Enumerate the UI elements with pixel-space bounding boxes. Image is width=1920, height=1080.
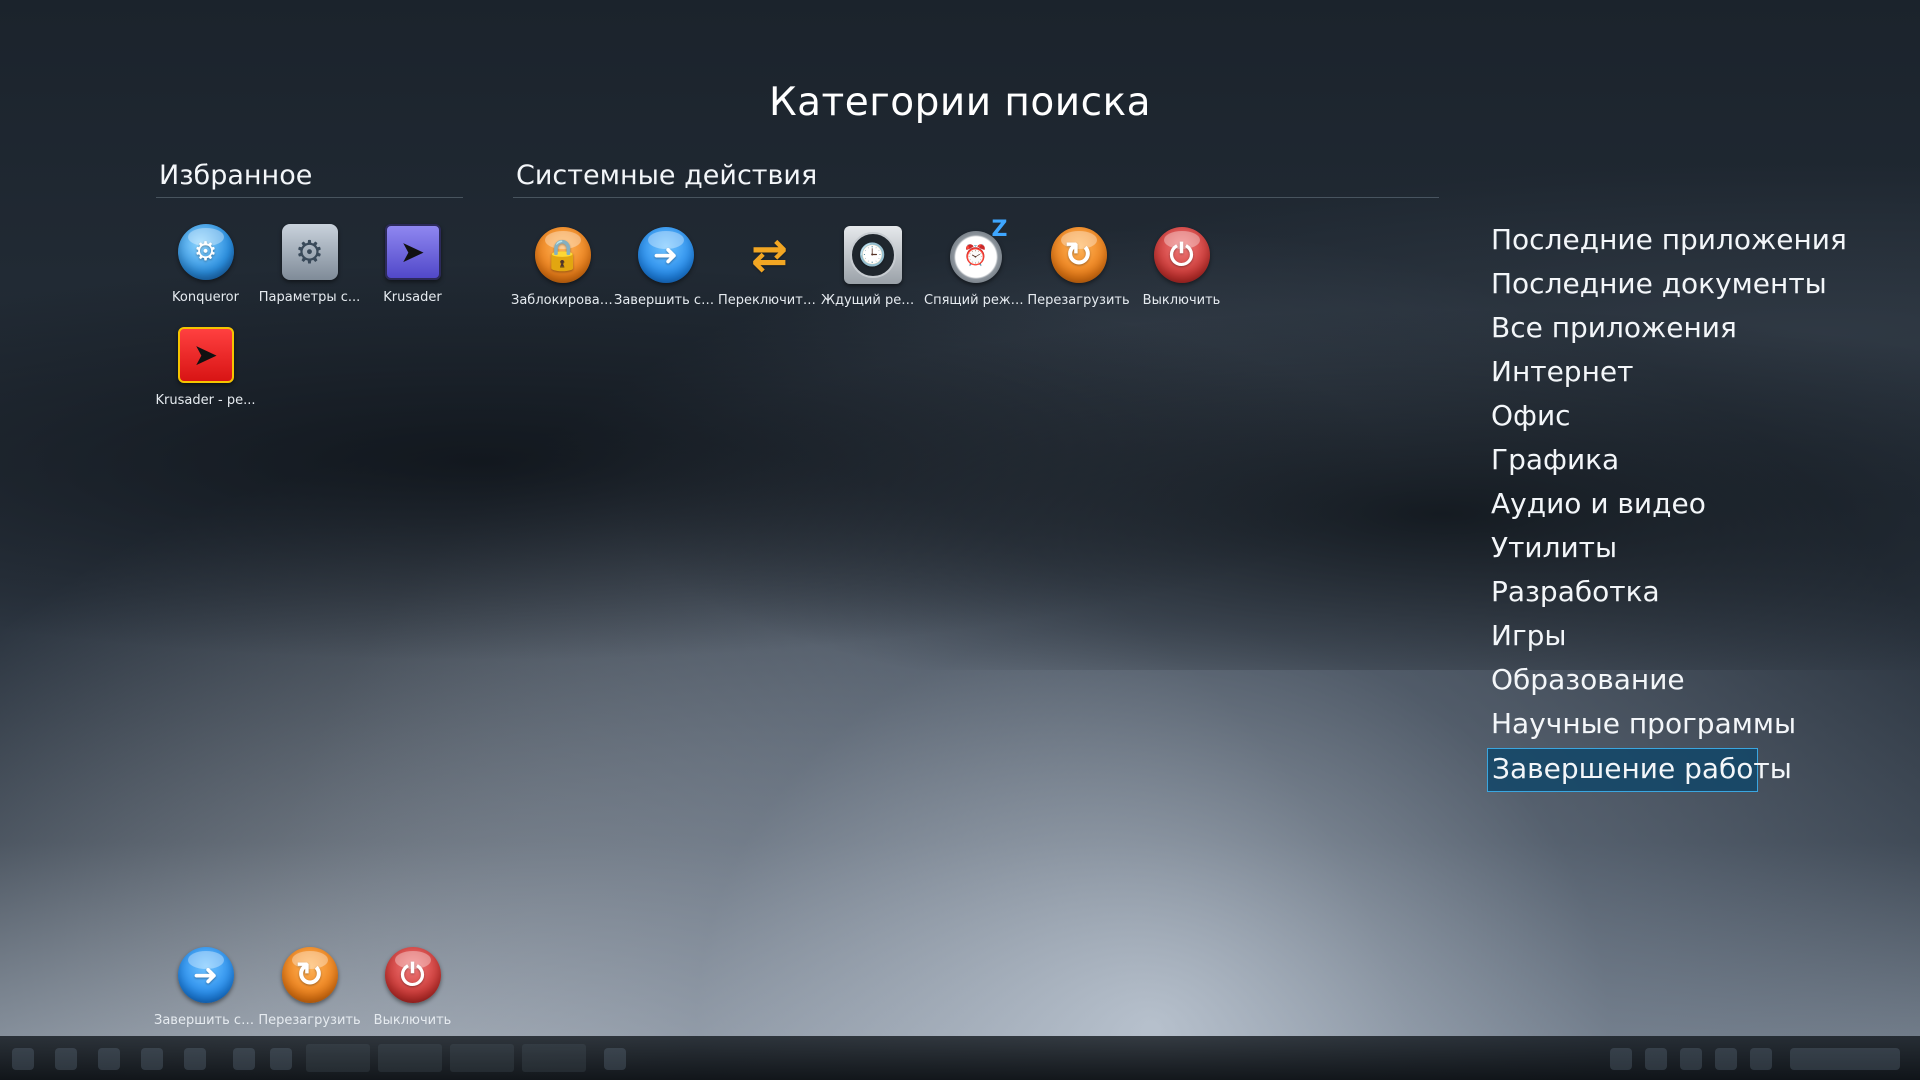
category-recent-docs[interactable]: Последние документы bbox=[1487, 264, 1827, 308]
action-lock[interactable]: 🔒 Заблокировать bbox=[511, 223, 614, 319]
category-development[interactable]: Разработка bbox=[1487, 572, 1817, 616]
taskbar bbox=[0, 1036, 1920, 1080]
tray-icon[interactable] bbox=[1680, 1048, 1702, 1070]
bottom-action-logout[interactable]: ➜ Завершить се... bbox=[154, 943, 257, 1039]
favorite-krusader-root[interactable]: ➤ Krusader - ре... bbox=[154, 323, 257, 419]
action-label: Завершить се... bbox=[154, 1013, 257, 1028]
action-label: Выключить bbox=[373, 1013, 452, 1028]
favorites-divider bbox=[156, 197, 463, 198]
bottom-action-restart[interactable]: ↻ Перезагрузить bbox=[258, 943, 361, 1039]
tray-icon[interactable] bbox=[1645, 1048, 1667, 1070]
action-restart[interactable]: ↻ Перезагрузить bbox=[1027, 223, 1130, 319]
favorites-heading: Избранное bbox=[159, 160, 313, 191]
action-label: Перезагрузить bbox=[258, 1013, 361, 1028]
action-label: Заблокировать bbox=[511, 293, 614, 308]
system-actions-heading: Системные действия bbox=[516, 160, 818, 191]
page-title: Категории поиска bbox=[768, 80, 1152, 125]
category-graphics[interactable]: Графика bbox=[1487, 440, 1817, 484]
category-list: Последние приложения Последние документы… bbox=[1487, 220, 1847, 792]
category-utilities[interactable]: Утилиты bbox=[1487, 528, 1817, 572]
action-label: Ждущий реж... bbox=[821, 293, 924, 308]
task-slot[interactable] bbox=[378, 1044, 442, 1072]
action-label: Выключить bbox=[1142, 293, 1221, 308]
tray-icon[interactable] bbox=[1610, 1048, 1632, 1070]
browser-icon[interactable] bbox=[98, 1048, 120, 1070]
category-education[interactable]: Образование bbox=[1487, 660, 1817, 704]
category-all-apps[interactable]: Все приложения bbox=[1487, 308, 1817, 352]
category-internet[interactable]: Интернет bbox=[1487, 352, 1817, 396]
favorite-krusader[interactable]: ➤ Krusader bbox=[361, 220, 464, 316]
action-suspend[interactable]: 🕒 Ждущий реж... bbox=[821, 223, 924, 319]
category-recent-apps[interactable]: Последние приложения bbox=[1487, 220, 1847, 264]
favorite-system-settings[interactable]: ⚙ Параметры с... bbox=[258, 220, 361, 316]
launcher-icon[interactable] bbox=[12, 1048, 34, 1070]
app-icon[interactable] bbox=[604, 1048, 626, 1070]
clock-tray[interactable] bbox=[1790, 1048, 1900, 1070]
task-slot[interactable] bbox=[522, 1044, 586, 1072]
action-shutdown[interactable]: ⏻ Выключить bbox=[1130, 223, 1233, 319]
favorite-label: Параметры с... bbox=[258, 290, 361, 305]
action-label: Спящий режим bbox=[924, 293, 1027, 308]
switch-user-icon: ⇄ bbox=[751, 229, 788, 281]
app-icon[interactable] bbox=[141, 1048, 163, 1070]
category-science[interactable]: Научные программы bbox=[1487, 704, 1817, 748]
action-label: Переключить... bbox=[718, 293, 821, 308]
favorite-label: Krusader bbox=[383, 290, 442, 305]
action-label: Перезагрузить bbox=[1027, 293, 1130, 308]
favorite-label: Krusader - ре... bbox=[155, 393, 256, 408]
task-slot[interactable] bbox=[450, 1044, 514, 1072]
bottom-action-shutdown[interactable]: ⏻ Выключить bbox=[361, 943, 464, 1039]
app-icon[interactable] bbox=[233, 1048, 255, 1070]
category-leave[interactable]: Завершение работы bbox=[1487, 748, 1792, 792]
action-logout[interactable]: ➜ Завершить се... bbox=[614, 223, 717, 319]
tray-icon[interactable] bbox=[1750, 1048, 1772, 1070]
action-hibernate[interactable]: Z ⏰ Спящий режим bbox=[924, 217, 1027, 319]
app-icon[interactable] bbox=[270, 1048, 292, 1070]
category-multimedia[interactable]: Аудио и видео bbox=[1487, 484, 1817, 528]
favorite-label: Konqueror bbox=[172, 290, 239, 305]
file-manager-icon[interactable] bbox=[55, 1048, 77, 1070]
terminal-icon[interactable] bbox=[184, 1048, 206, 1070]
category-games[interactable]: Игры bbox=[1487, 616, 1817, 660]
task-slot[interactable] bbox=[306, 1044, 370, 1072]
system-actions-divider bbox=[513, 197, 1439, 198]
action-label: Завершить се... bbox=[614, 293, 717, 308]
action-switch-user[interactable]: ⇄ Переключить... bbox=[718, 223, 821, 319]
favorite-konqueror[interactable]: ⚙ Konqueror bbox=[154, 220, 257, 316]
tray-icon[interactable] bbox=[1715, 1048, 1737, 1070]
category-office[interactable]: Офис bbox=[1487, 396, 1817, 440]
